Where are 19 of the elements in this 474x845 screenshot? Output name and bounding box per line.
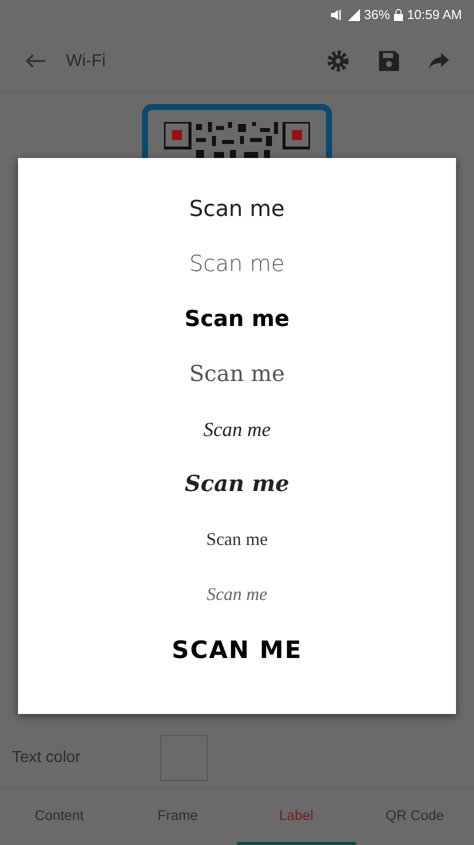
screen-title: Wi-Fi xyxy=(66,50,106,72)
font-option[interactable]: Scan me xyxy=(18,347,456,402)
font-option[interactable]: Scan me xyxy=(18,457,456,512)
font-option[interactable]: Scan me xyxy=(18,292,456,347)
settings-icon[interactable] xyxy=(326,48,350,72)
battery-level: 36% xyxy=(364,6,390,24)
lock-icon xyxy=(394,9,404,21)
font-option[interactable]: Scan me xyxy=(18,182,456,237)
back-arrow-icon[interactable] xyxy=(24,52,46,68)
signal-icon xyxy=(348,9,360,21)
font-option[interactable]: SCAN ME xyxy=(18,622,456,677)
share-icon[interactable] xyxy=(428,52,450,70)
font-option[interactable]: Scan me xyxy=(18,237,456,292)
save-icon[interactable] xyxy=(378,50,400,72)
font-option[interactable]: Scan me xyxy=(18,567,456,622)
font-option[interactable]: Scan me xyxy=(18,402,456,457)
clock: 10:59 AM xyxy=(407,6,462,24)
text-color-label: Text color xyxy=(12,748,82,768)
font-option[interactable]: Scan me xyxy=(18,512,456,567)
